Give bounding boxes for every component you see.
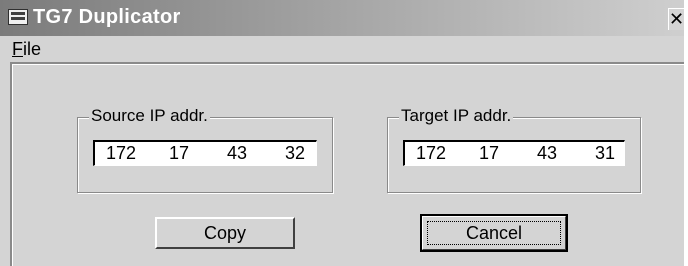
source-ip-octet-4[interactable]: 32	[275, 143, 315, 164]
target-ip-octet-4[interactable]: 31	[585, 143, 625, 164]
title-bar[interactable]: TG7 Duplicator ✕	[0, 0, 684, 36]
cancel-button-label: Cancel	[427, 221, 561, 245]
source-ip-octet-1[interactable]: 172	[101, 143, 141, 164]
window-title: TG7 Duplicator	[33, 6, 181, 28]
target-ip-group: Target IP addr. 172 17 43 31	[387, 106, 641, 193]
cancel-button[interactable]: Cancel	[420, 214, 568, 252]
source-ip-octet-2[interactable]: 17	[159, 143, 199, 164]
copy-button[interactable]: Copy	[155, 217, 295, 249]
menu-file-label: ile	[23, 39, 42, 59]
menu-bar: File	[0, 36, 684, 62]
close-button[interactable]: ✕	[668, 8, 684, 30]
menu-file-mnemonic: F	[12, 39, 23, 59]
menu-file[interactable]: File	[12, 39, 41, 60]
source-ip-input[interactable]: 172 17 43 32	[93, 140, 317, 166]
source-ip-label: Source IP addr.	[89, 106, 210, 126]
source-ip-octet-3[interactable]: 43	[217, 143, 257, 164]
target-ip-octet-2[interactable]: 17	[469, 143, 509, 164]
app-window: TG7 Duplicator ✕ File Source IP addr. 17…	[0, 0, 686, 266]
app-icon[interactable]	[8, 9, 28, 25]
target-ip-octet-3[interactable]: 43	[527, 143, 567, 164]
dialog-client-area: Source IP addr. 172 17 43 32 Target IP a…	[10, 62, 684, 266]
target-ip-input[interactable]: 172 17 43 31	[403, 140, 625, 166]
source-ip-group: Source IP addr. 172 17 43 32	[77, 106, 333, 193]
target-ip-octet-1[interactable]: 172	[411, 143, 451, 164]
target-ip-label: Target IP addr.	[399, 106, 514, 126]
close-icon: ✕	[669, 9, 684, 29]
